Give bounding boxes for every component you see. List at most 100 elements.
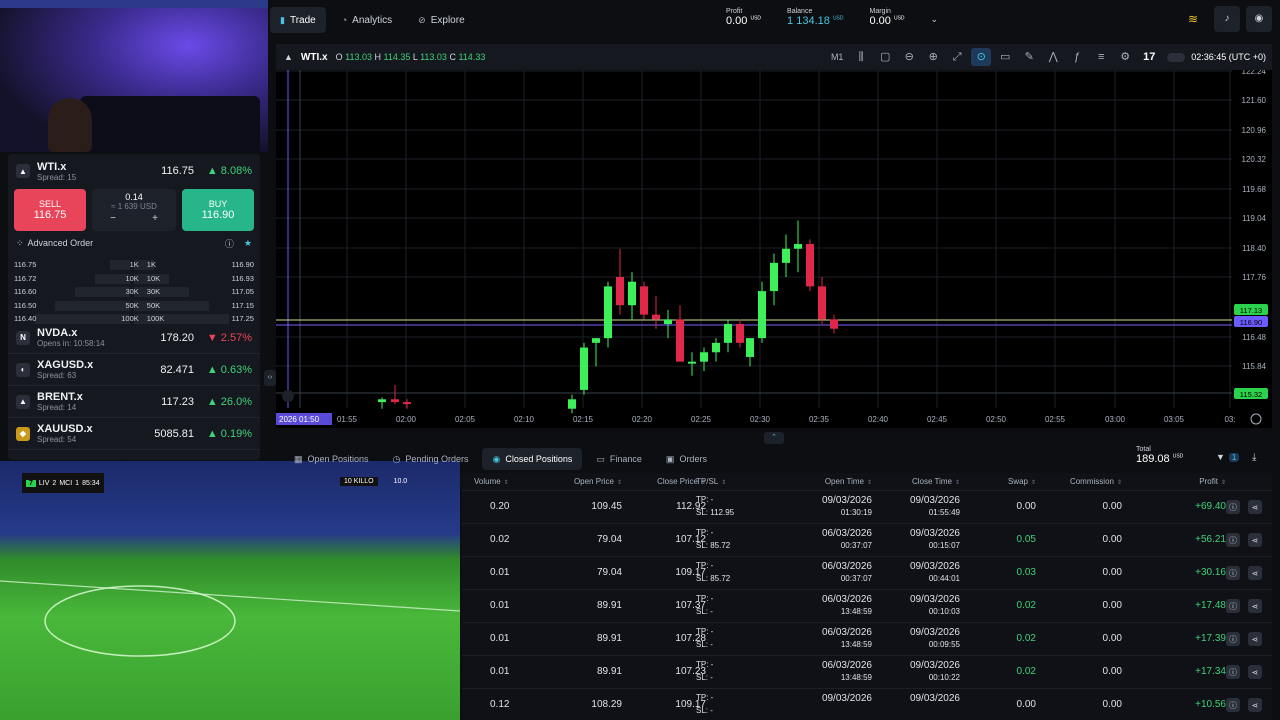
info-icon[interactable]: ⓘ [1226, 566, 1240, 580]
pencil-icon[interactable]: ✎ [1019, 48, 1039, 66]
candle[interactable] [700, 352, 708, 362]
candle[interactable] [676, 319, 684, 362]
candle[interactable] [712, 342, 720, 353]
candle[interactable] [806, 244, 814, 287]
indicator-icon[interactable]: ƒ [1067, 48, 1087, 66]
share-icon[interactable]: ⋖ [1248, 533, 1262, 547]
share-icon[interactable]: ⋖ [1248, 698, 1262, 712]
candle[interactable] [403, 402, 411, 405]
info-icon[interactable]: ⓘ [1226, 665, 1240, 679]
star-icon[interactable]: ★ [244, 238, 252, 249]
info-icon[interactable]: ⓘ [1226, 632, 1240, 646]
watchlist-item[interactable]: ◆ XAUUSD.x Spread: 54 5085.81 ▲ 0.19% [8, 418, 260, 450]
candle[interactable] [640, 286, 648, 315]
column-header[interactable]: Close Time ⇕ [880, 477, 960, 486]
user-icon[interactable]: ◉ [1246, 6, 1272, 32]
candle[interactable] [818, 286, 826, 320]
share-icon[interactable]: ⋖ [1248, 599, 1262, 613]
table-row[interactable]: 0.01 89.91 107.23 TP: - SL: - 06/03/2026 13:48… [462, 656, 1272, 689]
watchlist-item[interactable]: N NVDA.x Opens in: 10:58:14 178.20 ▼ 2.57% [8, 322, 260, 354]
active-instrument-row[interactable]: ▲ WTI.x Spread: 15 116.75 ▲ 8.08% [8, 154, 260, 188]
nav-tab-explore[interactable]: ⊘ Explore [408, 7, 474, 33]
column-header[interactable]: Open Price ⇕ [544, 477, 622, 486]
timeframe-button[interactable]: M1 [827, 48, 847, 66]
candlestick-chart[interactable]: 122.24121.60120.96120.32119.68119.04118.… [276, 44, 1272, 428]
chevron-down-icon[interactable]: ⌄ [931, 14, 939, 25]
buy-button[interactable]: BUY 116.90 [182, 189, 254, 231]
volume-minus-button[interactable]: − [110, 213, 116, 224]
candle[interactable] [378, 399, 386, 403]
column-header[interactable]: Close Price ⇕ [622, 477, 706, 486]
crosshair-icon[interactable]: ⊙ [971, 48, 992, 66]
settings-icon[interactable] [1250, 413, 1262, 425]
candle[interactable] [604, 286, 612, 339]
column-header[interactable]: Profit ⇕ [1162, 477, 1226, 486]
reset-icon[interactable] [282, 390, 294, 402]
candle[interactable] [830, 319, 838, 329]
candle[interactable] [724, 324, 732, 343]
filter-button[interactable]: ▼ 1 [1216, 452, 1240, 462]
pattern-icon[interactable]: ⋀ [1043, 48, 1063, 66]
info-icon[interactable]: ⓘ [1226, 698, 1240, 712]
settings-icon[interactable]: ⚙ [1115, 48, 1135, 66]
table-row[interactable]: 0.01 89.91 107.37 TP: - SL: - 06/03/2026 13:48… [462, 590, 1272, 623]
download-icon[interactable]: ⤓ [1252, 452, 1256, 463]
nav-tab-trade[interactable]: ▮ Trade [270, 7, 326, 33]
candle[interactable] [746, 338, 754, 357]
price-chart[interactable]: 122.24 121.60 120.96 120.32 119.68 119.04 118.… [276, 44, 1272, 428]
column-header[interactable]: Commission ⇕ [1022, 477, 1122, 486]
info-icon[interactable]: ⓘ [1226, 500, 1240, 514]
share-icon[interactable]: ⋖ [1248, 665, 1262, 679]
volume-plus-button[interactable]: + [152, 213, 158, 224]
candle[interactable] [568, 399, 576, 409]
candle[interactable] [736, 324, 744, 343]
depth-row[interactable]: 116.72 10K 10K 116.93 [8, 272, 260, 286]
candle[interactable] [592, 338, 600, 343]
table-row[interactable]: 0.02 79.04 107.12 TP: - SL: 85.72 06/03/2026 0… [462, 524, 1272, 557]
candle[interactable] [580, 347, 588, 390]
tab-pending-orders[interactable]: ◷ Pending Orders [383, 448, 479, 470]
tab-finance[interactable]: ▭ Finance [586, 448, 652, 470]
depth-row[interactable]: 116.50 50K 50K 117.15 [8, 299, 260, 313]
advanced-order-row[interactable]: ⁘ Advanced Order ⓘ ★ [8, 232, 260, 254]
notification-icon[interactable]: ♪ [1214, 6, 1240, 32]
share-icon[interactable]: ⋖ [1248, 566, 1262, 580]
candle[interactable] [688, 361, 696, 364]
share-icon[interactable]: ⋖ [1248, 632, 1262, 646]
column-header[interactable]: Open Time ⇕ [792, 477, 872, 486]
tab-open-positions[interactable]: ▦ Open Positions [284, 448, 379, 470]
volume-box[interactable]: 0.14 ≈ 1 639 USD − + [92, 189, 176, 231]
depth-row[interactable]: 116.40 100K 100K 117.25 [8, 312, 260, 326]
zoom-in-icon[interactable]: ⊕ [923, 48, 943, 66]
share-icon[interactable]: ⋖ [1248, 500, 1262, 514]
table-row[interactable]: 0.12 108.29 109.17 TP: - SL: - 09/03/2026 09/0… [462, 689, 1272, 720]
sell-button[interactable]: SELL 116.75 [14, 189, 86, 231]
watchlist-item[interactable]: ▲ BRENT.x Spread: 14 117.23 ▲ 26.0% [8, 386, 260, 418]
tab-orders[interactable]: ▣ Orders [656, 448, 717, 470]
candle[interactable] [391, 399, 399, 403]
fit-icon[interactable]: ⤢ [947, 48, 967, 66]
zoom-out-icon[interactable]: ⊖ [899, 48, 919, 66]
nav-tab-analytics[interactable]: ◔ Analytics [332, 7, 402, 33]
candle[interactable] [616, 276, 624, 306]
resize-handle[interactable]: ⌃ [764, 432, 784, 444]
candle[interactable] [628, 281, 636, 306]
table-row[interactable]: 0.20 109.45 112.92 TP: - SL: 112.95 09/03/202… [462, 491, 1272, 524]
info-icon[interactable]: ⓘ [225, 237, 234, 250]
info-icon[interactable]: ⓘ [1226, 533, 1240, 547]
depth-row[interactable]: 116.60 30K 30K 117.05 [8, 285, 260, 299]
table-row[interactable]: 0.01 79.04 109.17 TP: - SL: 85.72 06/03/2026 0… [462, 557, 1272, 590]
watchlist-item[interactable]: ◐ XAGUSD.x Spread: 63 82.471 ▲ 0.63% [8, 354, 260, 386]
square-icon[interactable]: ▢ [875, 48, 895, 66]
layers-icon[interactable]: ≡ [1091, 48, 1111, 66]
candle[interactable] [758, 291, 766, 339]
candle[interactable] [794, 244, 802, 249]
column-header[interactable]: Volume ⇕ [474, 477, 518, 486]
tab-closed-positions[interactable]: ◉ Closed Positions [482, 448, 583, 470]
column-header[interactable]: TP/SL ⇕ [696, 477, 766, 486]
info-icon[interactable]: ⓘ [1226, 599, 1240, 613]
candle[interactable] [652, 314, 660, 320]
table-row[interactable]: 0.01 89.91 107.28 TP: - SL: - 06/03/2026 13:48… [462, 623, 1272, 656]
candle[interactable] [782, 248, 790, 263]
collapse-panel-button[interactable]: ‹› [264, 370, 276, 386]
